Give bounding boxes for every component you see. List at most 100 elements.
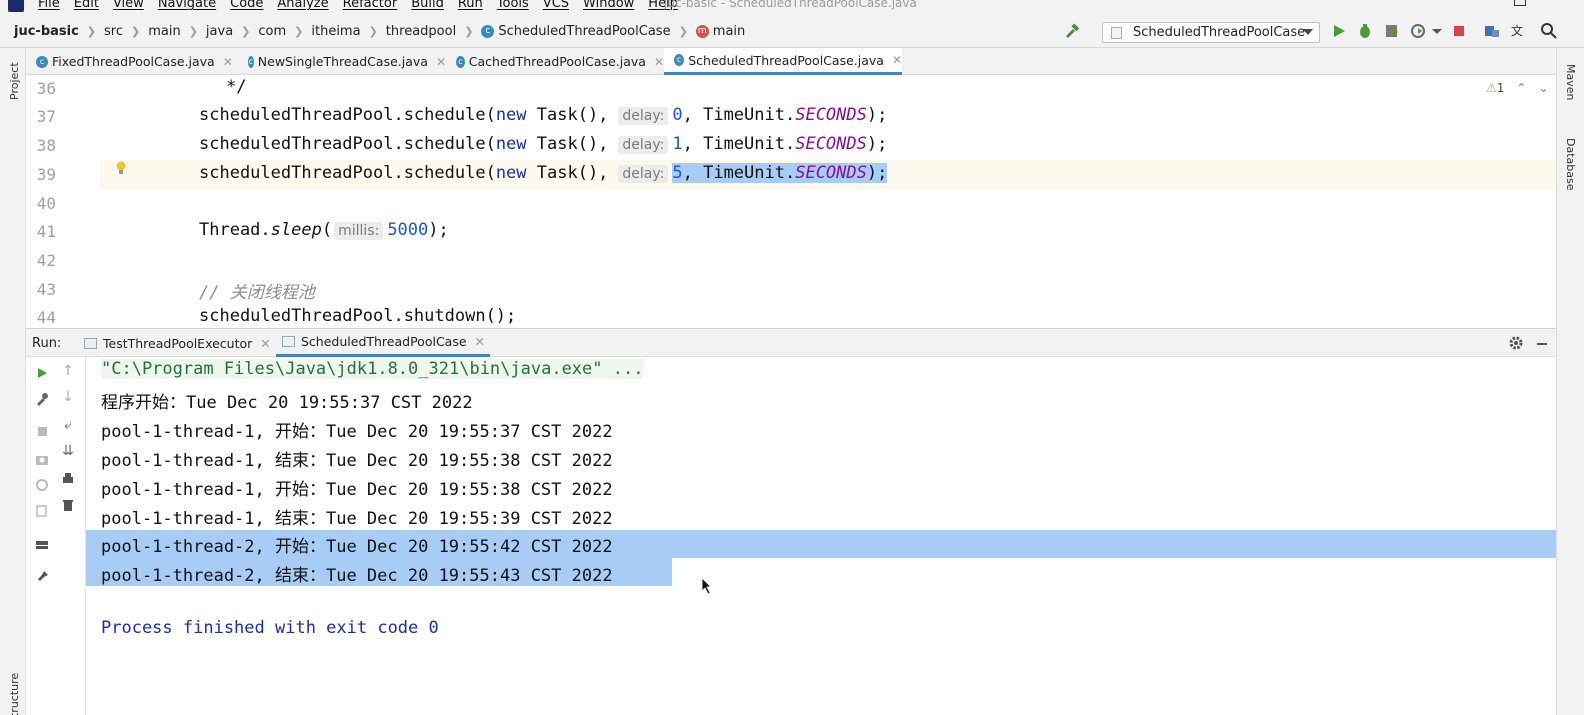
breadcrumb-method[interactable]: main [713,24,745,39]
close-icon[interactable]: ✕ [892,53,902,67]
maximize-button[interactable] [1514,0,1526,6]
breadcrumb-com[interactable]: com [258,24,286,39]
run-tab-label: ScheduledThreadPoolCase [301,334,467,349]
camera-icon[interactable] [32,451,52,467]
mouse-pointer-icon [701,577,712,595]
arrow-up-icon[interactable]: ↑ [58,363,78,379]
profile-icon[interactable] [1410,22,1428,40]
scroll-to-end-icon[interactable]: ⇊ [58,443,78,459]
rerun-icon[interactable] [32,365,52,381]
trash-icon[interactable] [58,497,78,513]
minimize-icon[interactable] [1534,335,1550,351]
breadcrumb-itheima[interactable]: itheima [311,24,360,39]
menu-window[interactable]: Window [583,0,634,11]
pin-icon[interactable] [32,569,52,585]
breadcrumb-class[interactable]: ScheduledThreadPoolCase [498,24,670,39]
exit-icon[interactable] [32,503,52,519]
tab-fixed-thread-pool[interactable]: c FixedThreadPoolCase.java ✕ [26,48,236,75]
lightbulb-icon[interactable] [116,161,126,175]
menu-refactor[interactable]: Refactor [343,0,398,11]
breadcrumb-java[interactable]: java [206,24,233,39]
close-icon[interactable]: ✕ [475,334,485,349]
menu-run[interactable]: Run [458,0,483,11]
tab-new-single-thread[interactable]: c NewSingleThreadCase.java ✕ [238,48,446,75]
menu-bar: File Edit View Navigate Code Analyze Ref… [0,0,1584,14]
stop-icon[interactable] [32,423,52,439]
menu-items: File Edit View Navigate Code Analyze Ref… [38,0,678,11]
breadcrumb-project[interactable]: juc-basic [14,24,79,39]
inspection-widget[interactable]: ⚠1 ⌃ ⌄ [1486,81,1549,95]
console-output[interactable]: "C:\Program Files\Java\jdk1.8.0_321\bin\… [86,357,1556,715]
tab-label: FixedThreadPoolCase.java [52,54,215,69]
chevron-right-icon: ❯ [678,25,688,38]
console-line: 程序开始：Tue Dec 20 19:55:37 CST 2022 [101,393,473,413]
gear-icon[interactable] [1508,335,1524,351]
menu-view[interactable]: View [113,0,144,11]
run-configuration-select[interactable]: ScheduledThreadPoolCase [1102,22,1320,43]
run-tab-test-thread-pool[interactable]: TestThreadPoolExecutor ✕ [78,329,274,357]
app-logo-icon [8,0,24,12]
print-icon[interactable] [58,471,78,487]
project-structure-icon[interactable] [1483,22,1501,40]
menu-edit[interactable]: Edit [74,0,99,11]
chevron-up-icon[interactable]: ⌃ [1516,81,1526,95]
wrench-icon[interactable] [32,391,52,407]
chevron-right-icon: ❯ [131,25,141,38]
soft-wrap-icon[interactable]: ⤶ [58,417,78,433]
tab-scheduled-thread-pool[interactable]: c ScheduledThreadPoolCase.java ✕ [664,48,902,75]
close-icon[interactable]: ✕ [223,55,233,69]
tab-cached-thread-pool[interactable]: c CachedThreadPoolCase.java ✕ [446,48,664,75]
debug-icon[interactable] [1356,22,1374,40]
build-hammer-icon[interactable] [1063,22,1081,40]
search-icon[interactable] [1540,22,1558,40]
line-number: 37 [36,107,56,126]
chevron-right-icon: ❯ [86,25,97,38]
maven-tool-button[interactable]: Maven [1564,64,1577,100]
code-editor[interactable]: 36 37 38 39 40 41 42 43 44 */ scheduledT… [26,75,1556,328]
stop-icon[interactable] [1450,22,1468,40]
breadcrumb-main[interactable]: main [148,24,180,39]
arrow-down-icon[interactable]: ↓ [58,389,78,405]
settings-icon[interactable] [32,477,52,493]
code-line-41: Thread.sleep(millis: 5000); [199,220,449,240]
menu-code[interactable]: Code [230,0,263,11]
warning-count: 1 [1496,81,1505,95]
database-tool-button[interactable]: Database [1564,138,1577,191]
code-line-44: scheduledThreadPool.shutdown(); [199,306,517,326]
console-icon [282,336,295,347]
method-icon: m [695,25,709,38]
run-icon[interactable] [1330,22,1348,40]
tab-label: ScheduledThreadPoolCase.java [688,52,884,68]
code-line-38: scheduledThreadPool.schedule(new Task(),… [199,134,888,154]
chevron-right-icon: ❯ [464,25,474,38]
right-tool-strip-lower [1556,328,1584,715]
breadcrumb-src[interactable]: src [104,24,123,39]
close-icon[interactable]: ✕ [436,55,446,69]
run-tab-scheduled-thread-pool[interactable]: ScheduledThreadPoolCase ✕ [276,329,490,357]
close-icon[interactable]: ✕ [654,55,664,69]
line-number: 44 [36,308,56,327]
more-run-options-icon[interactable] [1428,22,1446,40]
menu-vcs[interactable]: VCS [543,0,569,11]
coverage-icon[interactable] [1383,22,1401,40]
class-icon: c [248,55,254,68]
console-icon [84,337,97,349]
line-number: 42 [36,251,56,270]
layout-icon[interactable] [32,537,52,553]
left-tool-strip: Project Structure [0,48,26,715]
console-command-line: "C:\Program Files\Java\jdk1.8.0_321\bin\… [101,359,644,379]
menu-build[interactable]: Build [411,0,444,11]
chevron-down-icon[interactable]: ⌄ [1538,81,1548,95]
menu-analyze[interactable]: Analyze [277,0,328,11]
class-icon: c [674,54,685,66]
close-icon[interactable]: ✕ [260,336,270,351]
param-hint: millis: [334,222,384,240]
line-number: 41 [36,222,56,241]
menu-navigate[interactable]: Navigate [158,0,216,11]
menu-tools[interactable]: Tools [497,0,529,11]
project-tool-button[interactable]: Project [8,62,21,100]
menu-file[interactable]: File [38,0,60,11]
structure-tool-button[interactable]: Structure [8,673,21,715]
translate-icon[interactable]: 文 [1510,22,1528,40]
breadcrumb-threadpool[interactable]: threadpool [386,24,456,39]
